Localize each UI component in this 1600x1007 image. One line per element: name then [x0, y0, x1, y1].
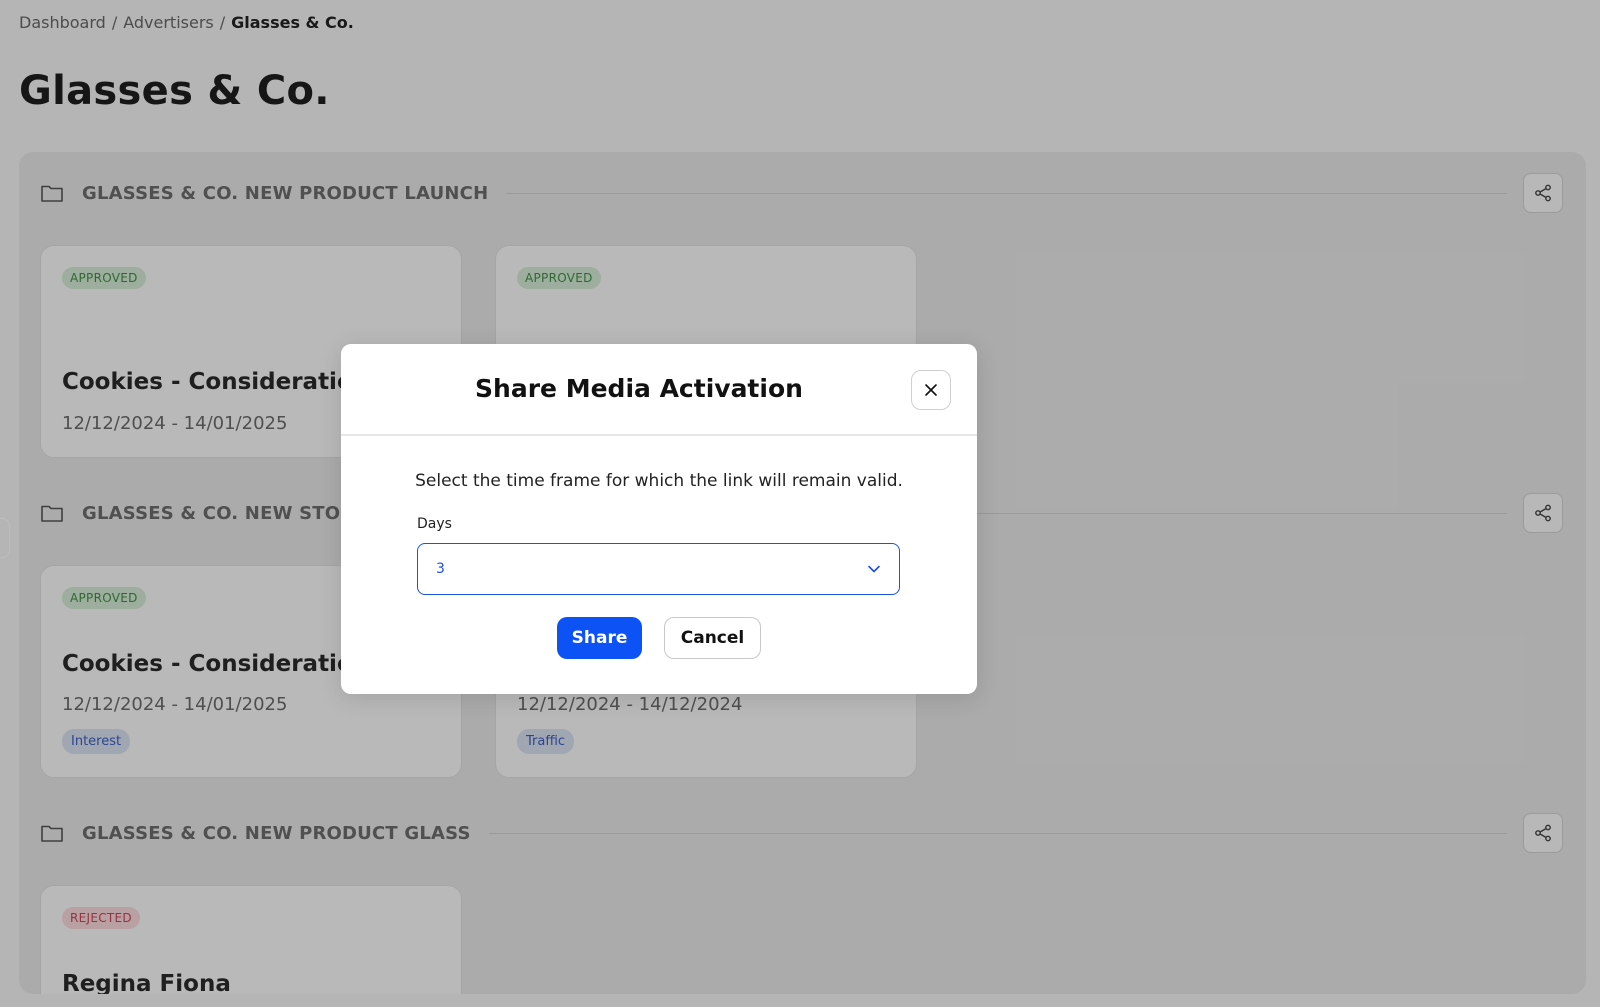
modal-title: Share Media Activation — [475, 374, 803, 403]
close-icon — [925, 384, 937, 396]
cancel-button[interactable]: Cancel — [664, 617, 761, 659]
close-button[interactable] — [911, 370, 951, 410]
share-media-activation-modal: Share Media Activation Select the time f… — [341, 344, 977, 694]
modal-actions: Share Cancel — [341, 617, 977, 659]
days-label: Days — [417, 516, 452, 532]
modal-description: Select the time frame for which the link… — [415, 471, 903, 491]
share-button[interactable]: Share — [557, 617, 642, 659]
side-panel-handle[interactable] — [0, 518, 10, 558]
days-select[interactable]: 3 — [417, 543, 900, 595]
days-select-value: 3 — [436, 561, 445, 577]
modal-header: Share Media Activation — [341, 344, 977, 436]
chevron-down-icon — [868, 565, 880, 573]
